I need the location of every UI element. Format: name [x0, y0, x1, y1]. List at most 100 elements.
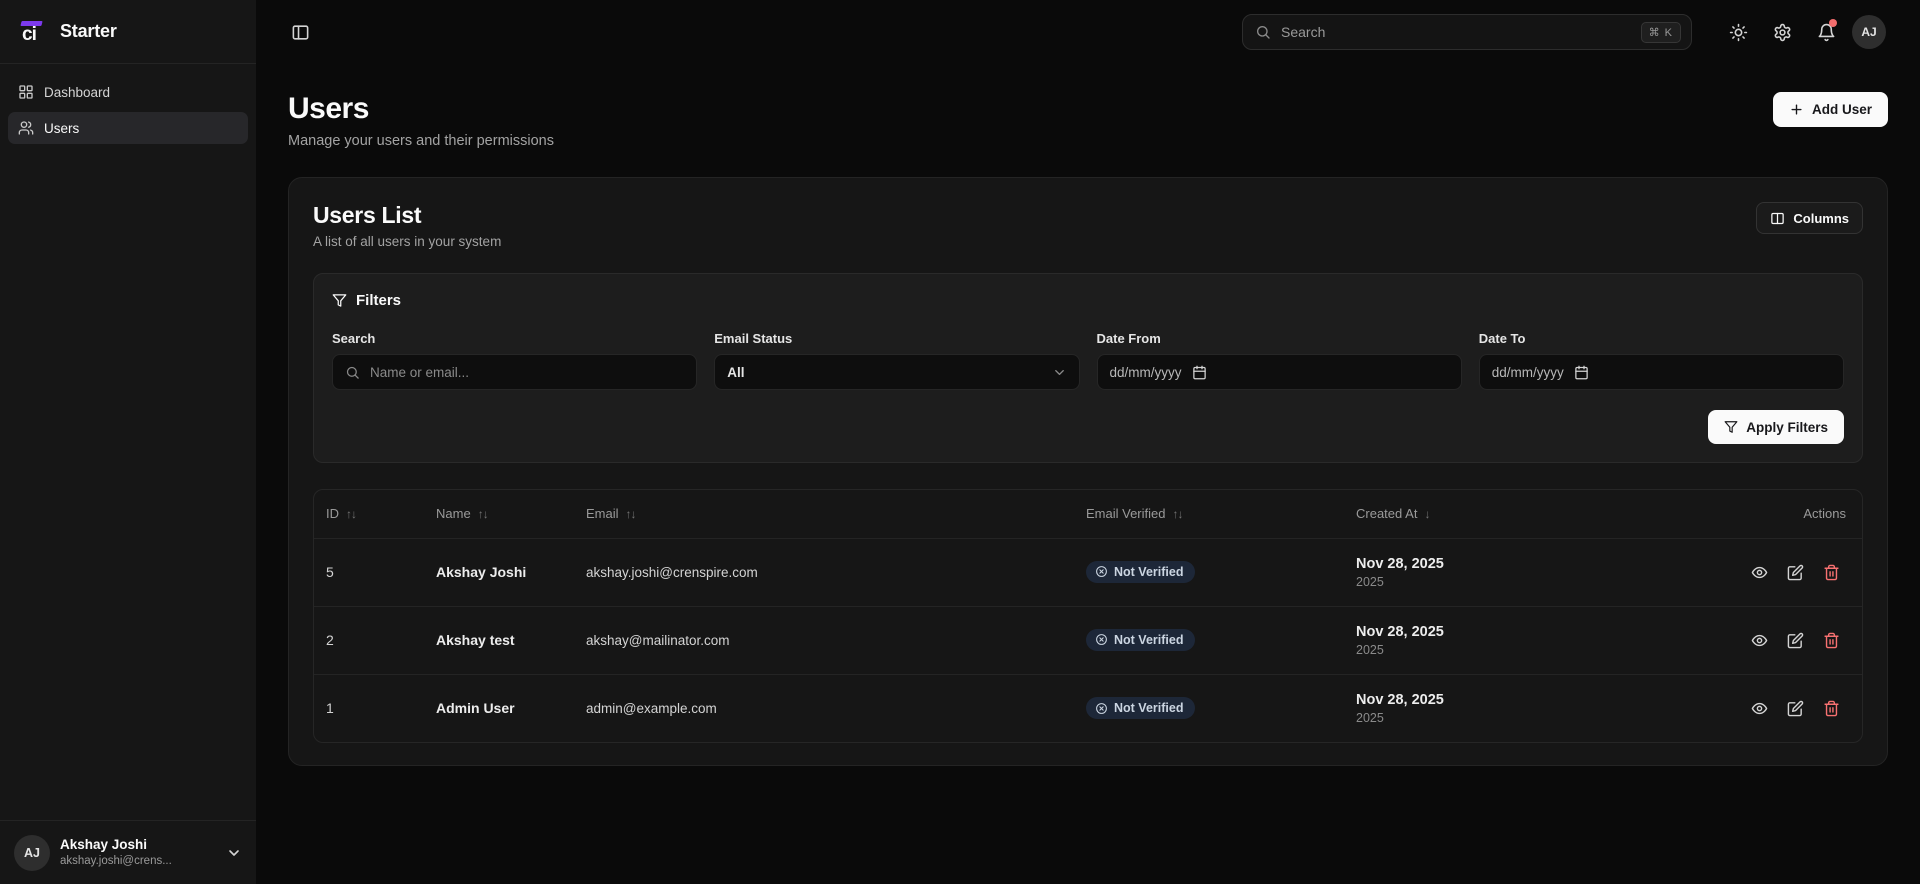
eye-icon: [1751, 700, 1768, 717]
sidebar-item-label: Dashboard: [44, 84, 111, 100]
filters-panel: Filters Search Email Status: [313, 273, 1863, 463]
filter-search-shell: [332, 354, 698, 390]
trash-icon: [1823, 564, 1840, 581]
filter-date-to-field: Date To dd/mm/yyyy: [1478, 331, 1844, 390]
x-circle-icon: [1095, 633, 1108, 646]
search-icon: [1255, 24, 1271, 40]
email-status-select[interactable]: All: [714, 354, 1080, 390]
cell-created-at: Nov 28, 2025 2025: [1356, 691, 1444, 725]
cell-id: 5: [326, 564, 334, 580]
sort-icon[interactable]: ↓: [1424, 507, 1430, 521]
card-subtitle: A list of all users in your system: [313, 234, 502, 249]
date-from-input[interactable]: dd/mm/yyyy: [1096, 354, 1462, 390]
column-header-email[interactable]: Email ↑↓: [574, 490, 1074, 538]
app-logo-icon: ci: [20, 18, 50, 46]
delete-user-button[interactable]: [1816, 557, 1846, 587]
topbar: ⌘ K AJ: [256, 0, 1920, 64]
page-content: Users Manage your users and their permis…: [256, 64, 1920, 884]
add-user-label: Add User: [1811, 102, 1872, 117]
column-header-created-at[interactable]: Created At ↓: [1344, 490, 1674, 538]
edit-user-button[interactable]: [1780, 693, 1810, 723]
cell-id: 1: [326, 700, 334, 717]
edit-user-button[interactable]: [1780, 557, 1810, 587]
column-header-email-verified[interactable]: Email Verified ↑↓: [1074, 490, 1344, 538]
global-search-input[interactable]: [1281, 24, 1631, 40]
email-status-value: All: [727, 364, 745, 380]
cell-created-at: Nov 28, 2025 2025: [1356, 555, 1444, 589]
cell-name: Akshay test: [436, 632, 515, 648]
eye-icon: [1751, 564, 1768, 581]
sort-icon[interactable]: ↑↓: [478, 507, 489, 521]
sort-icon[interactable]: ↑↓: [626, 507, 637, 521]
filters-title: Filters: [356, 292, 402, 309]
notification-dot: [1829, 19, 1837, 27]
column-header-name[interactable]: Name ↑↓: [424, 490, 574, 538]
date-from-value: dd/mm/yyyy: [1109, 364, 1182, 380]
settings-button[interactable]: [1764, 14, 1800, 50]
sidebar-brand[interactable]: ci Starter: [0, 0, 256, 64]
columns-button[interactable]: Columns: [1756, 202, 1863, 234]
funnel-icon: [332, 293, 347, 308]
cell-name: Akshay Joshi: [436, 564, 527, 580]
calendar-icon[interactable]: [1574, 365, 1589, 380]
edit-user-button[interactable]: [1780, 625, 1810, 655]
cell-name: Admin User: [436, 700, 515, 717]
date-to-value: dd/mm/yyyy: [1491, 364, 1564, 380]
search-icon: [345, 365, 360, 380]
filter-date-from-field: Date From dd/mm/yyyy: [1096, 331, 1462, 390]
sidebar-item-users[interactable]: Users: [8, 112, 248, 144]
table-row: 2 Akshay test akshay@mailinator.com Not …: [314, 606, 1862, 674]
sort-icon[interactable]: ↑↓: [346, 507, 357, 521]
column-header-actions: Actions: [1803, 506, 1846, 522]
cell-email: admin@example.com: [586, 700, 717, 716]
add-user-button[interactable]: Add User: [1772, 92, 1888, 127]
sidebar-profile[interactable]: AJ Akshay Joshi akshay.joshi@crens...: [0, 820, 256, 884]
filter-date-from-label: Date From: [1096, 331, 1161, 346]
delete-user-button[interactable]: [1816, 693, 1846, 723]
topbar-actions: AJ: [1720, 14, 1886, 50]
edit-icon: [1787, 564, 1804, 581]
sidebar: ci Starter Dashboard Users AJ Akshay Jos…: [0, 0, 256, 884]
trash-icon: [1823, 632, 1840, 649]
view-user-button[interactable]: [1744, 625, 1774, 655]
users-table: ID ↑↓ Name ↑↓ Email ↑↓ Email Verified ↑↓ Cre…: [313, 489, 1863, 743]
calendar-icon[interactable]: [1192, 365, 1207, 380]
sidebar-toggle-button[interactable]: [282, 14, 318, 50]
users-icon: [18, 120, 34, 136]
card-header: Users List A list of all users in your s…: [313, 202, 1863, 249]
sidebar-nav: Dashboard Users: [0, 64, 256, 820]
filter-email-status-field: Email Status All: [714, 331, 1080, 390]
sort-icon[interactable]: ↑↓: [1172, 507, 1183, 521]
panel-left-icon: [291, 23, 310, 42]
brand-name: Starter: [60, 21, 117, 41]
filter-search-input[interactable]: [370, 364, 685, 380]
date-to-input[interactable]: dd/mm/yyyy: [1478, 354, 1844, 390]
cell-email-verified: Not Verified: [1074, 674, 1344, 742]
page-title: Users: [288, 92, 369, 125]
trash-icon: [1823, 700, 1840, 717]
sidebar-item-dashboard[interactable]: Dashboard: [8, 76, 248, 108]
chevron-down-icon: [1052, 365, 1067, 380]
dashboard-icon: [18, 84, 34, 100]
cell-actions: [1674, 674, 1862, 742]
gear-icon: [1773, 23, 1792, 42]
cell-email-verified: Not Verified: [1074, 538, 1344, 606]
delete-user-button[interactable]: [1816, 625, 1846, 655]
edit-icon: [1787, 700, 1804, 717]
cell-actions: [1674, 538, 1862, 606]
column-header-id[interactable]: ID ↑↓: [314, 490, 424, 538]
view-user-button[interactable]: [1744, 693, 1774, 723]
funnel-icon: [1724, 420, 1738, 434]
apply-filters-button[interactable]: Apply Filters: [1708, 410, 1844, 444]
theme-toggle-button[interactable]: [1720, 14, 1756, 50]
search-shortcut-badge: ⌘ K: [1640, 21, 1681, 43]
cell-actions: [1674, 606, 1862, 674]
chevron-down-icon[interactable]: [226, 845, 242, 861]
topbar-avatar[interactable]: AJ: [1852, 15, 1886, 49]
view-user-button[interactable]: [1744, 557, 1774, 587]
card-title: Users List: [313, 202, 422, 228]
columns-icon: [1770, 211, 1785, 226]
notifications-button[interactable]: [1808, 14, 1844, 50]
main-area: ⌘ K AJ Us: [256, 0, 1920, 884]
edit-icon: [1787, 632, 1804, 649]
